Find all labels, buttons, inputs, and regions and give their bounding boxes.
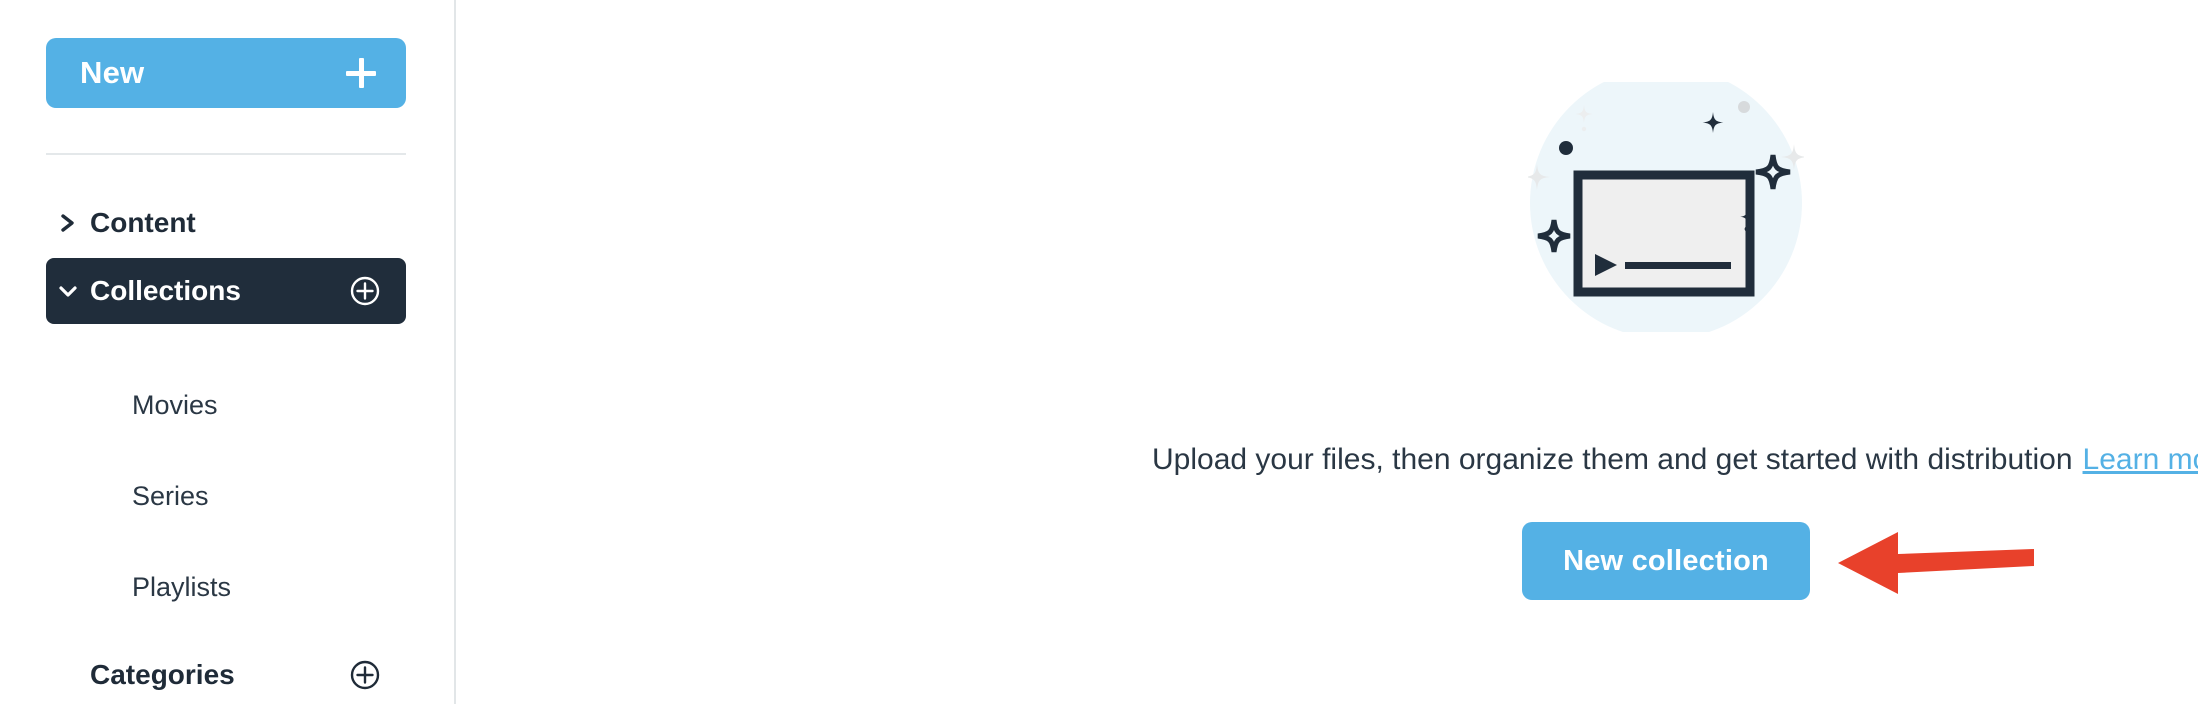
new-collection-button[interactable]: New collection — [1522, 522, 1810, 600]
sidebar-item-content[interactable]: Content — [46, 190, 406, 256]
sidebar-subitem-label: Movies — [132, 390, 218, 420]
new-button-label: New — [80, 55, 145, 90]
sidebar-item-label: Categories — [90, 659, 235, 690]
sidebar-item-collections[interactable]: Collections — [46, 258, 406, 324]
add-category-button[interactable] — [350, 660, 380, 690]
sidebar-item-label: Content — [90, 207, 196, 238]
empty-state-message: Upload your files, then organize them an… — [1152, 443, 2073, 476]
sidebar-item-categories[interactable]: Categories — [46, 642, 406, 704]
plus-icon — [346, 58, 376, 88]
add-collection-button[interactable] — [350, 276, 380, 306]
learn-more-link[interactable]: Learn more — [2083, 443, 2198, 476]
main-content-area: Upload your files, then organize them an… — [456, 0, 2198, 704]
empty-state-message-row: Upload your files, then organize them an… — [1152, 443, 2198, 477]
sidebar-item-label: Collections — [90, 275, 241, 306]
new-button[interactable]: New — [46, 38, 406, 108]
video-player-sparkles-illustration — [1524, 67, 1807, 339]
annotation-arrow-icon — [1836, 518, 2036, 608]
chevron-down-icon[interactable] — [46, 280, 90, 302]
empty-state-panel: Upload your files, then organize them an… — [456, 0, 2198, 704]
sidebar-subitem-label: Series — [132, 481, 209, 511]
sidebar-subitem-series[interactable]: Series — [132, 481, 209, 512]
sidebar-subitem-label: Playlists — [132, 572, 232, 602]
sidebar-divider — [46, 153, 406, 155]
app-window: New Content Collections Movies Series Pl… — [0, 0, 2198, 704]
sidebar-subitem-movies[interactable]: Movies — [132, 390, 218, 421]
sidebar: New Content Collections Movies Series Pl… — [0, 0, 456, 704]
chevron-right-icon[interactable] — [46, 208, 90, 238]
sidebar-subitem-playlists[interactable]: Playlists — [132, 572, 231, 603]
